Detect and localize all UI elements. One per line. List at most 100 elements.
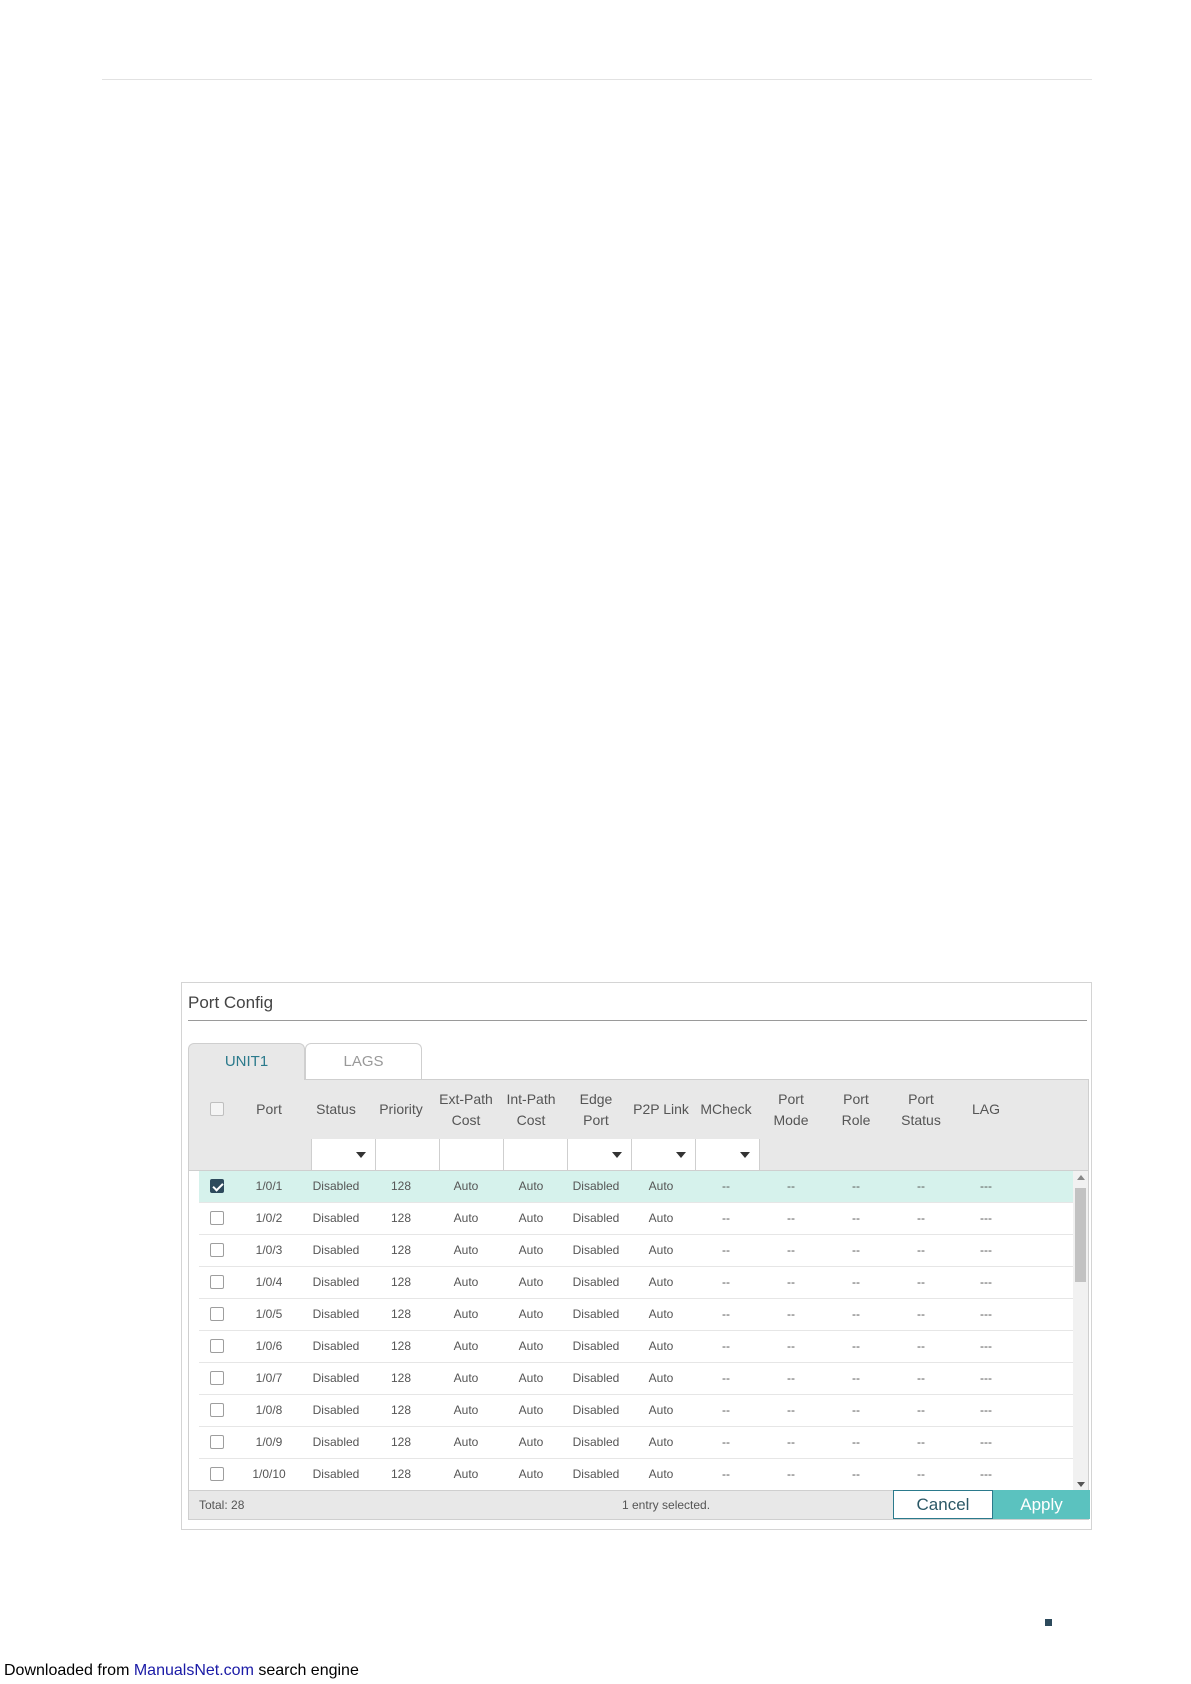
status-filter-select[interactable] xyxy=(311,1139,376,1170)
table-row[interactable]: 1/0/2 Disabled 128 Auto Auto Disabled Auto -- --… xyxy=(199,1203,1074,1235)
table-row[interactable]: 1/0/3 Disabled 128 Auto Auto Disabled Auto -- --… xyxy=(199,1235,1074,1267)
cell-port: 1/0/6 xyxy=(255,1339,283,1353)
cell-ext-path-cost: Auto xyxy=(453,1435,479,1449)
cell-mcheck: -- xyxy=(722,1339,730,1353)
cell-edge-port: Disabled xyxy=(572,1371,620,1385)
row-checkbox[interactable] xyxy=(210,1403,224,1417)
download-prefix: Downloaded from xyxy=(4,1662,134,1679)
cell-ext-path-cost: Auto xyxy=(453,1467,479,1481)
edge-port-filter-select[interactable] xyxy=(567,1139,632,1170)
cell-status: Disabled xyxy=(312,1371,360,1385)
cell-port: 1/0/1 xyxy=(255,1179,283,1193)
chevron-down-icon xyxy=(676,1152,686,1158)
row-checkbox[interactable] xyxy=(210,1211,224,1225)
cell-port: 1/0/8 xyxy=(255,1403,283,1417)
cell-port-mode: -- xyxy=(787,1371,795,1385)
cell-mcheck: -- xyxy=(722,1467,730,1481)
cell-priority: 128 xyxy=(390,1211,412,1225)
priority-filter-input[interactable] xyxy=(375,1139,440,1170)
table-row[interactable]: 1/0/9 Disabled 128 Auto Auto Disabled Auto -- --… xyxy=(199,1427,1074,1459)
cell-port: 1/0/4 xyxy=(255,1275,283,1289)
table-header: Port Status Priority Ext-Path Cost Int-P… xyxy=(189,1080,1088,1140)
cell-p2p-link: Auto xyxy=(648,1211,674,1225)
cell-mcheck: -- xyxy=(722,1307,730,1321)
cell-lag: --- xyxy=(980,1275,992,1289)
row-checkbox[interactable] xyxy=(210,1307,224,1321)
tab-unit1[interactable]: UNIT1 xyxy=(188,1043,305,1080)
cell-status: Disabled xyxy=(312,1211,360,1225)
tab-lags[interactable]: LAGS xyxy=(305,1043,422,1079)
cancel-button[interactable]: Cancel xyxy=(893,1490,993,1519)
cell-port-role: -- xyxy=(852,1307,860,1321)
cell-lag: --- xyxy=(980,1179,992,1193)
cell-priority: 128 xyxy=(390,1467,412,1481)
page-marker xyxy=(1045,1619,1052,1626)
apply-button[interactable]: Apply xyxy=(993,1490,1090,1519)
row-checkbox[interactable] xyxy=(210,1243,224,1257)
cell-lag: --- xyxy=(980,1435,992,1449)
cell-port-role: -- xyxy=(852,1275,860,1289)
cell-port-role: -- xyxy=(852,1211,860,1225)
row-checkbox[interactable] xyxy=(210,1339,224,1353)
row-checkbox[interactable] xyxy=(210,1179,224,1193)
column-header-edge-port: Edge Port xyxy=(579,1090,613,1128)
cell-edge-port: Disabled xyxy=(572,1467,620,1481)
cell-edge-port: Disabled xyxy=(572,1211,620,1225)
cell-int-path-cost: Auto xyxy=(518,1243,544,1257)
column-header-port-role: Port Role xyxy=(841,1090,871,1128)
cell-port-mode: -- xyxy=(787,1467,795,1481)
panel-title-divider xyxy=(188,1020,1087,1021)
cell-priority: 128 xyxy=(390,1307,412,1321)
cell-ext-path-cost: Auto xyxy=(453,1179,479,1193)
manualsnet-link[interactable]: ManualsNet.com xyxy=(134,1662,254,1679)
cell-ext-path-cost: Auto xyxy=(453,1211,479,1225)
cell-p2p-link: Auto xyxy=(648,1307,674,1321)
chevron-down-icon xyxy=(740,1152,750,1158)
cell-int-path-cost: Auto xyxy=(518,1339,544,1353)
cell-int-path-cost: Auto xyxy=(518,1307,544,1321)
row-checkbox[interactable] xyxy=(210,1275,224,1289)
cell-status: Disabled xyxy=(312,1339,360,1353)
cell-port-status: -- xyxy=(917,1371,925,1385)
cell-ext-path-cost: Auto xyxy=(453,1403,479,1417)
scroll-down-icon[interactable] xyxy=(1077,1482,1085,1487)
cell-lag: --- xyxy=(980,1211,992,1225)
row-checkbox[interactable] xyxy=(210,1435,224,1449)
cell-p2p-link: Auto xyxy=(648,1243,674,1257)
cell-port-status: -- xyxy=(917,1339,925,1353)
scrollbar-thumb[interactable] xyxy=(1075,1188,1086,1282)
column-header-int-path-cost: Int-Path Cost xyxy=(506,1090,556,1128)
table-row[interactable]: 1/0/7 Disabled 128 Auto Auto Disabled Auto -- --… xyxy=(199,1363,1074,1395)
port-config-panel: Port Config UNIT1 LAGS Port Status Prior… xyxy=(181,982,1092,1530)
cell-lag: --- xyxy=(980,1371,992,1385)
cell-mcheck: -- xyxy=(722,1403,730,1417)
table-row[interactable]: 1/0/10 Disabled 128 Auto Auto Disabled Auto -- -… xyxy=(199,1459,1074,1491)
p2p-link-filter-select[interactable] xyxy=(631,1139,696,1170)
int-path-cost-filter-input[interactable] xyxy=(503,1139,568,1170)
cell-port-mode: -- xyxy=(787,1211,795,1225)
cell-port-mode: -- xyxy=(787,1435,795,1449)
row-checkbox[interactable] xyxy=(210,1371,224,1385)
scroll-up-icon[interactable] xyxy=(1077,1175,1085,1180)
table-row[interactable]: 1/0/4 Disabled 128 Auto Auto Disabled Auto -- --… xyxy=(199,1267,1074,1299)
cell-port: 1/0/3 xyxy=(255,1243,283,1257)
cell-ext-path-cost: Auto xyxy=(453,1339,479,1353)
cell-mcheck: -- xyxy=(722,1435,730,1449)
cell-status: Disabled xyxy=(312,1275,360,1289)
table-row[interactable]: 1/0/1 Disabled 128 Auto Auto Disabled Auto -- --… xyxy=(199,1171,1074,1203)
cell-priority: 128 xyxy=(390,1403,412,1417)
cell-status: Disabled xyxy=(312,1435,360,1449)
select-all-checkbox[interactable] xyxy=(210,1102,224,1116)
cell-port-role: -- xyxy=(852,1403,860,1417)
table-row[interactable]: 1/0/5 Disabled 128 Auto Auto Disabled Auto -- --… xyxy=(199,1299,1074,1331)
ext-path-cost-filter-input[interactable] xyxy=(439,1139,504,1170)
table-scrollbar[interactable] xyxy=(1073,1171,1088,1491)
cell-port-mode: -- xyxy=(787,1403,795,1417)
table-row[interactable]: 1/0/8 Disabled 128 Auto Auto Disabled Auto -- --… xyxy=(199,1395,1074,1427)
cell-ext-path-cost: Auto xyxy=(453,1243,479,1257)
cell-lag: --- xyxy=(980,1307,992,1321)
mcheck-filter-select[interactable] xyxy=(695,1139,760,1170)
table-row[interactable]: 1/0/6 Disabled 128 Auto Auto Disabled Auto -- --… xyxy=(199,1331,1074,1363)
cell-int-path-cost: Auto xyxy=(518,1403,544,1417)
row-checkbox[interactable] xyxy=(210,1467,224,1481)
